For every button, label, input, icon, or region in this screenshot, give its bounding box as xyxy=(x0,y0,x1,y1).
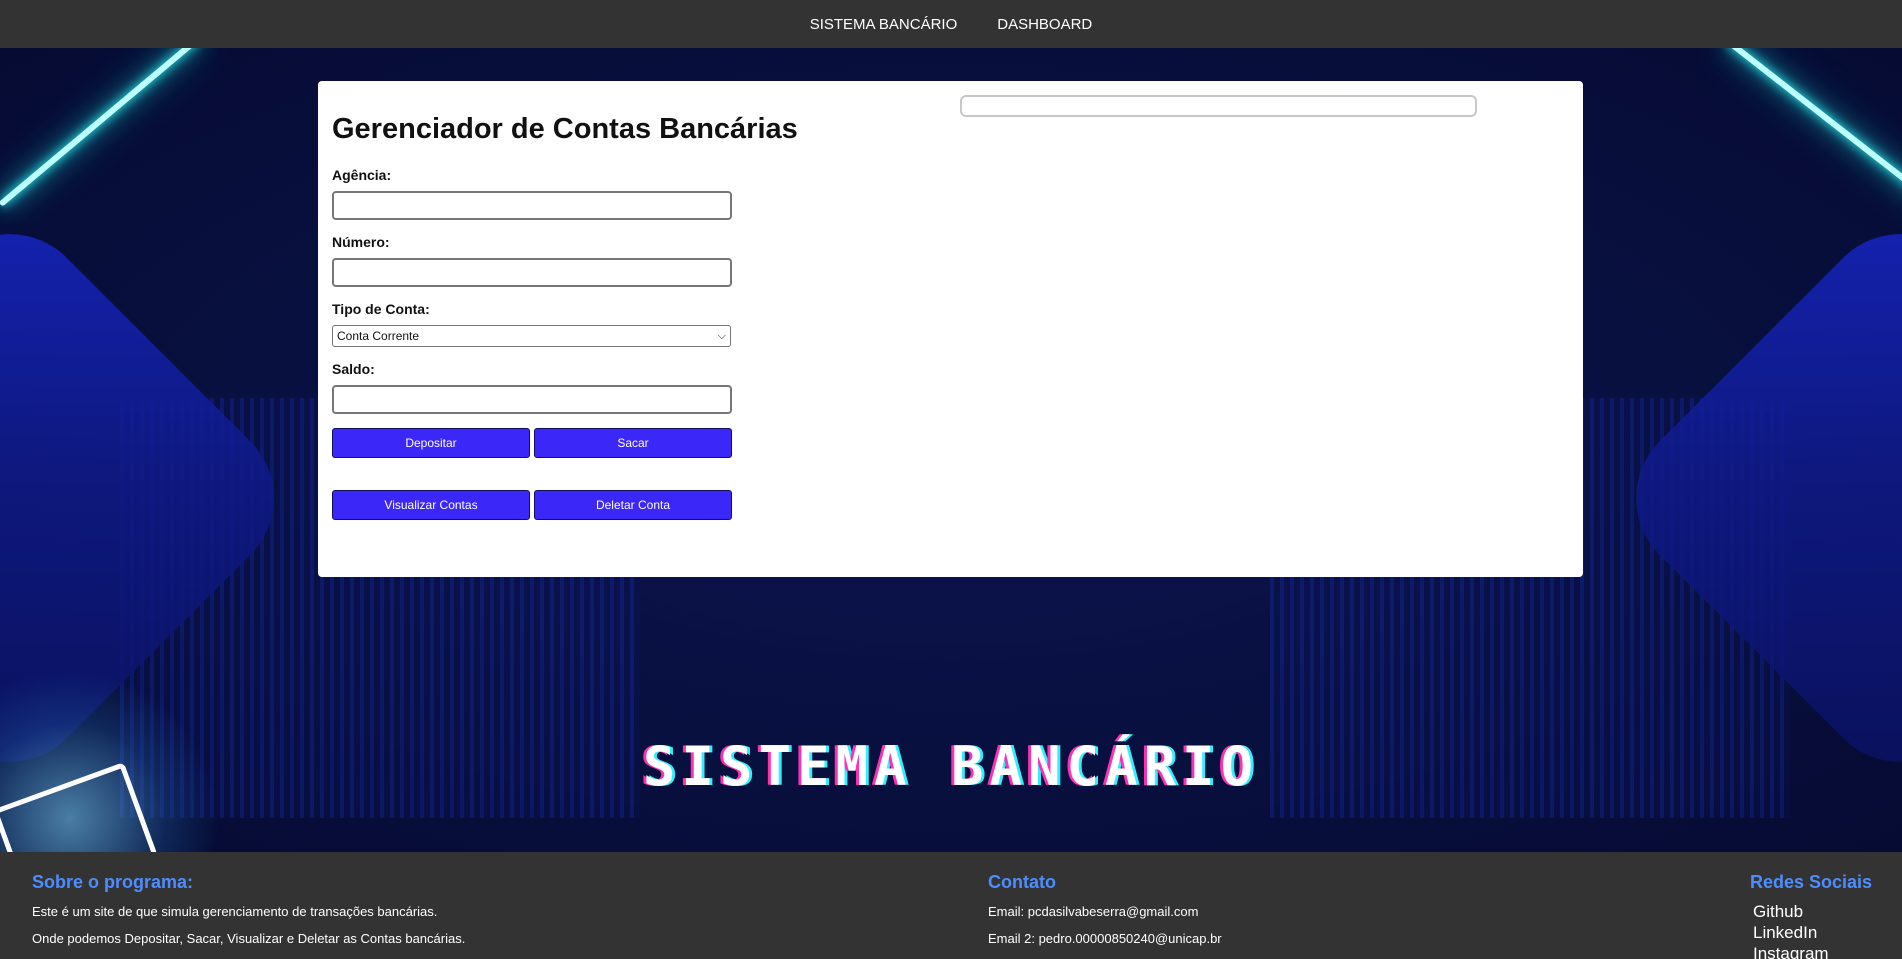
footer-email-2: Email 2: pedro.00000850240@unicap.br xyxy=(988,931,1222,946)
nav-sistema-bancario[interactable]: SISTEMA BANCÁRIO xyxy=(810,16,958,33)
neon-line-top-right xyxy=(1725,48,1902,204)
agencia-input[interactable] xyxy=(332,191,732,220)
neon-line-top-left xyxy=(0,48,202,207)
page-title: Gerenciador de Contas Bancárias xyxy=(332,113,798,145)
numero-label: Número: xyxy=(332,234,390,250)
footer-about-heading: Sobre o programa: xyxy=(32,872,194,892)
saldo-input[interactable] xyxy=(332,385,732,414)
footer-about-line-1: Este é um site de que simula gerenciamen… xyxy=(32,904,438,919)
visualizar-contas-button[interactable]: Visualizar Contas xyxy=(332,490,530,520)
sacar-button[interactable]: Sacar xyxy=(534,428,732,458)
tipo-conta-label: Tipo de Conta: xyxy=(332,301,430,317)
social-link-instagram[interactable]: Instagram xyxy=(1753,944,1829,959)
footer-contact-heading: Contato xyxy=(988,872,1056,892)
hero-title: SISTEMA BANCÁRIO xyxy=(642,735,1260,798)
account-manager-card: Gerenciador de Contas Bancárias Agência:… xyxy=(318,81,1583,577)
deletar-conta-button[interactable]: Deletar Conta xyxy=(534,490,732,520)
nav-dashboard[interactable]: DASHBOARD xyxy=(997,16,1092,33)
chevron-down-icon: ⌵ xyxy=(717,329,726,342)
footer-social-heading: Redes Sociais xyxy=(1750,872,1873,892)
social-link-github[interactable]: Github xyxy=(1753,902,1803,922)
footer-email-1: Email: pcdasilvabeserra@gmail.com xyxy=(988,904,1199,919)
tipo-conta-selected: Conta Corrente xyxy=(337,329,420,343)
top-navbar: SISTEMA BANCÁRIO DASHBOARD xyxy=(0,0,1902,48)
depositar-button[interactable]: Depositar xyxy=(332,428,530,458)
saldo-label: Saldo: xyxy=(332,361,375,377)
agencia-label: Agência: xyxy=(332,167,392,183)
numero-input[interactable] xyxy=(332,258,732,287)
tipo-conta-select[interactable]: Conta Corrente ⌵ xyxy=(332,325,731,347)
footer-about-line-2: Onde podemos Depositar, Sacar, Visualiza… xyxy=(32,931,466,946)
footer: Sobre o programa: Este é um site de que … xyxy=(0,852,1902,959)
social-link-linkedin[interactable]: LinkedIn xyxy=(1753,923,1817,943)
accounts-display-box xyxy=(960,95,1477,117)
